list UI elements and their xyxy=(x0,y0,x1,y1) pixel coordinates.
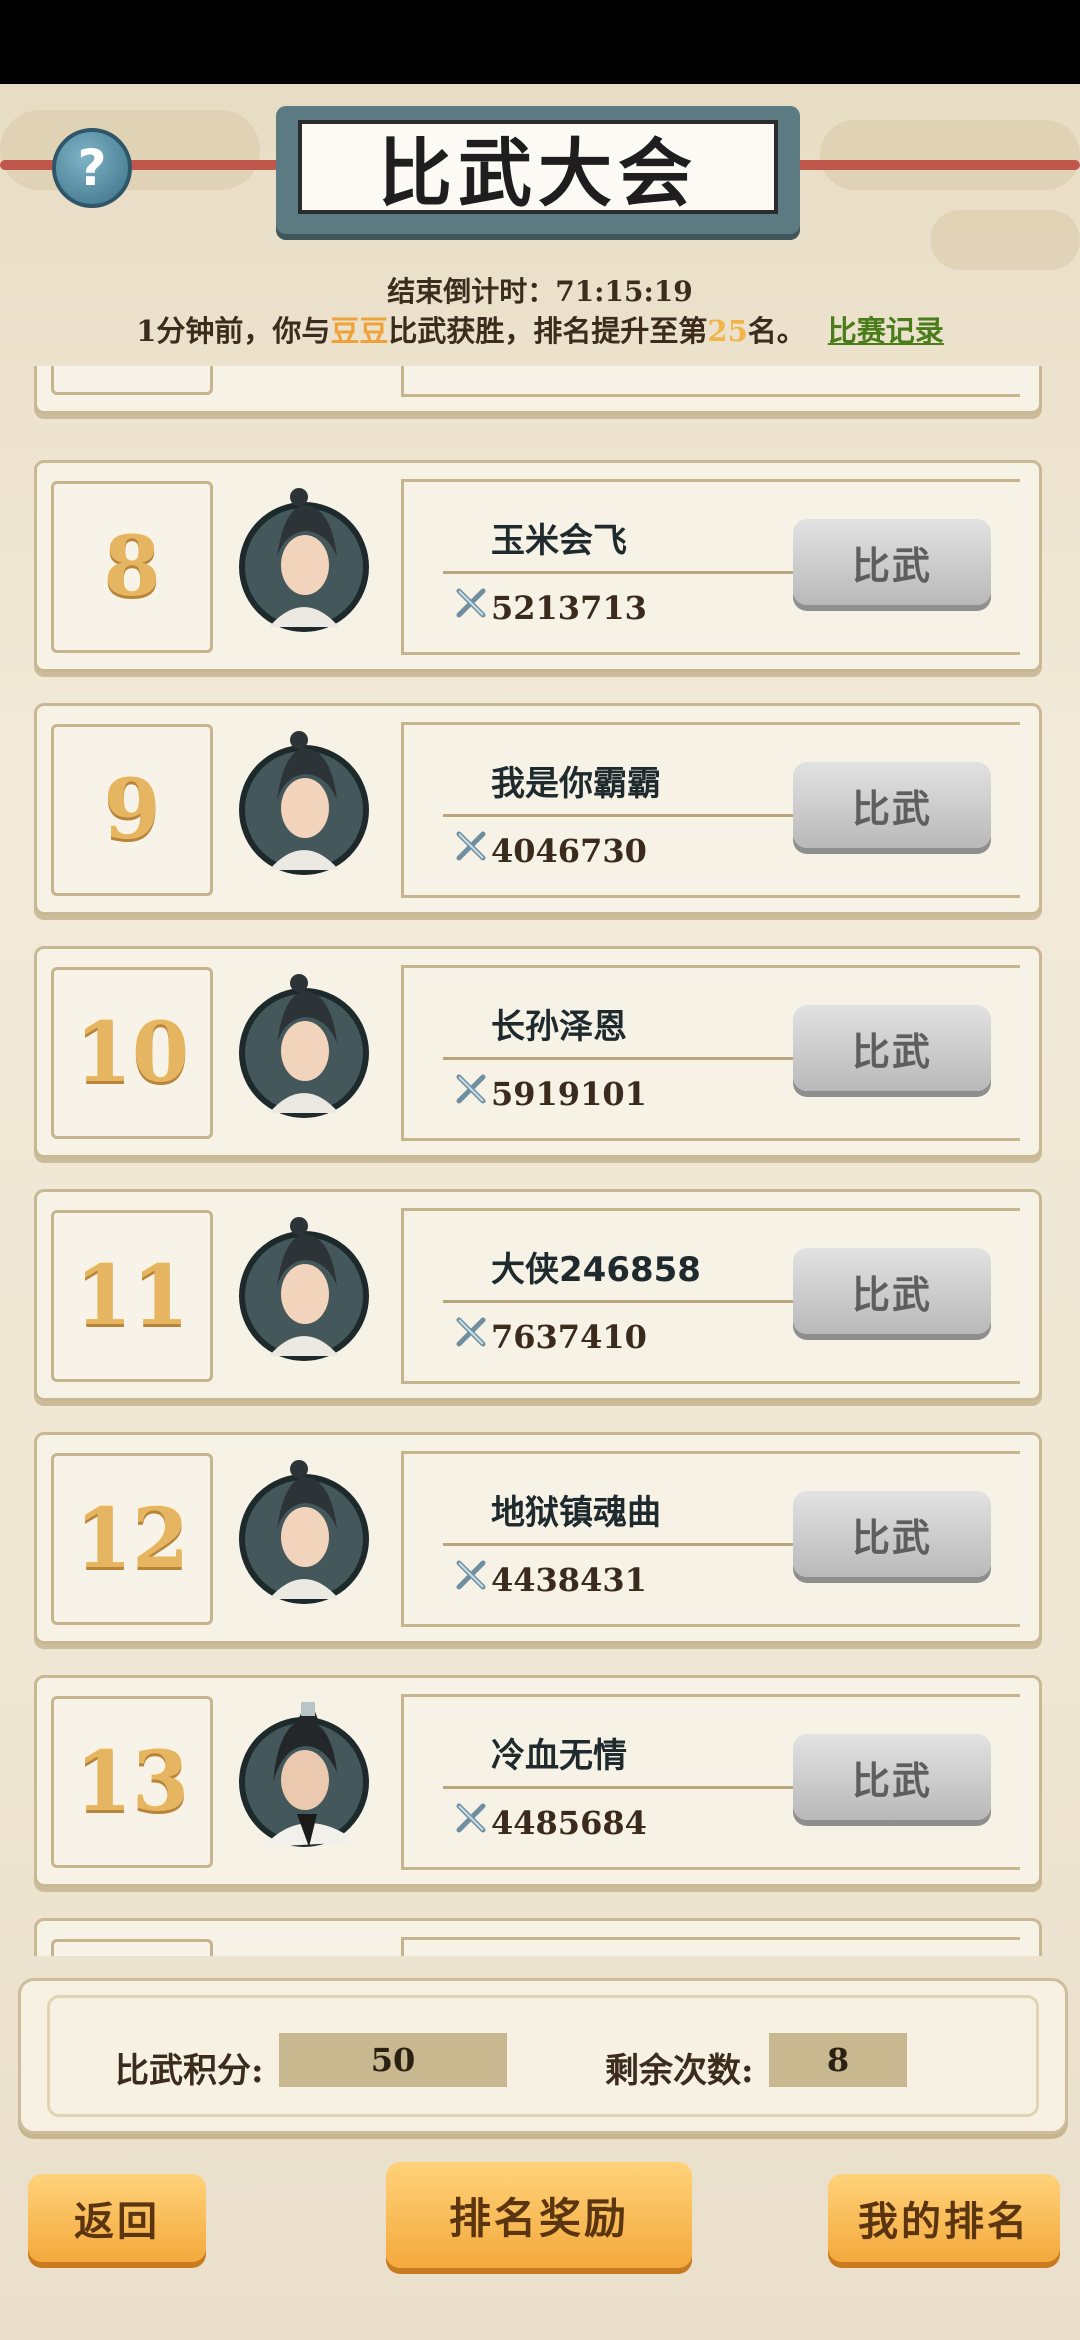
crossed-swords-icon xyxy=(456,1560,486,1590)
divider xyxy=(443,814,813,817)
avatar xyxy=(239,974,369,1118)
countdown: 结束倒计时：71:15:19 xyxy=(0,270,1080,310)
divider xyxy=(443,1057,813,1060)
notice-suffix: 名。 xyxy=(747,314,806,348)
challenge-button[interactable]: 比武 xyxy=(793,1734,991,1820)
back-button[interactable]: 返回 xyxy=(28,2174,206,2262)
player-power: 4485684 xyxy=(491,1804,647,1842)
player-power: 4732585 xyxy=(491,366,647,373)
status-bar xyxy=(0,0,1080,84)
rope-right xyxy=(780,160,1080,170)
player-power: 7637410 xyxy=(491,1318,647,1356)
rank-number: 11 xyxy=(51,1210,213,1382)
ranking-list[interactable]: 4732585 8 玉米会飞 5213713 比武 9 我是你霸霸 404673… xyxy=(0,366,1080,1956)
question-icon: ? xyxy=(77,139,107,197)
rank-number: 9 xyxy=(51,724,213,896)
stats-panel: 比武积分: 50 剩余次数: 8 xyxy=(18,1978,1068,2134)
player-name: 我是你霸霸 xyxy=(491,764,661,804)
list-item: 8 玉米会飞 5213713 比武 xyxy=(34,460,1042,672)
divider xyxy=(443,571,813,574)
challenge-button[interactable]: 比武 xyxy=(793,519,991,605)
player-name: 大侠246858 xyxy=(491,1250,701,1290)
notice-prefix: 1分钟前，你与 xyxy=(136,314,331,348)
rank-number: 8 xyxy=(51,481,213,653)
rope-left xyxy=(0,160,300,170)
avatar xyxy=(239,1460,369,1604)
player-name: 地狱镇魂曲 xyxy=(491,1493,661,1533)
challenge-button[interactable]: 比武 xyxy=(793,1491,991,1577)
player-name: 冷血无情 xyxy=(491,1736,627,1776)
avatar xyxy=(239,1702,369,1847)
cloud-decoration xyxy=(820,120,1080,190)
remaining-value: 8 xyxy=(769,2033,907,2087)
countdown-label: 结束倒计时： xyxy=(387,275,556,308)
countdown-value: 71:15:19 xyxy=(555,275,693,308)
player-power: 5919101 xyxy=(491,1075,647,1113)
crossed-swords-icon xyxy=(456,1074,486,1104)
list-item: 11 大侠246858 7637410 比武 xyxy=(34,1189,1042,1401)
score-value: 50 xyxy=(279,2033,507,2087)
challenge-button[interactable]: 比武 xyxy=(793,1248,991,1334)
avatar xyxy=(239,488,369,632)
list-item: 9 我是你霸霸 4046730 比武 xyxy=(34,703,1042,915)
challenge-button[interactable]: 比武 xyxy=(793,1005,991,1091)
divider xyxy=(443,1300,813,1303)
info-box xyxy=(401,1937,1020,1956)
avatar xyxy=(239,731,369,875)
rank-number: 12 xyxy=(51,1453,213,1625)
rank-number: 13 xyxy=(51,1696,213,1868)
page-title: 比武大会 xyxy=(298,120,778,217)
rank-box xyxy=(51,1939,213,1956)
rank-box xyxy=(51,366,213,395)
my-rank-button[interactable]: 我的排名 xyxy=(828,2174,1060,2262)
crossed-swords-icon xyxy=(456,1803,486,1833)
list-item: 10 长孙泽恩 5919101 比武 xyxy=(34,946,1042,1158)
help-button[interactable]: ? xyxy=(52,128,132,208)
challenge-button[interactable]: 比武 xyxy=(793,762,991,848)
notice-opponent: 豆豆 xyxy=(330,314,389,348)
player-name: 玉米会飞 xyxy=(491,521,627,561)
crossed-swords-icon xyxy=(456,1317,486,1347)
player-power: 5213713 xyxy=(491,589,647,627)
notice-rank: 25 xyxy=(707,314,748,348)
rank-number: 10 xyxy=(51,967,213,1139)
crossed-swords-icon xyxy=(456,831,486,861)
cloud-decoration xyxy=(930,210,1080,270)
battle-notice: 1分钟前，你与豆豆比武获胜，排名提升至第25名。 比赛记录 xyxy=(0,308,1080,350)
avatar xyxy=(239,1217,369,1361)
list-item: 13 冷血无情 4485684 比武 xyxy=(34,1675,1042,1887)
remaining-label: 剩余次数: xyxy=(605,2051,754,2091)
crossed-swords-icon xyxy=(456,588,486,618)
player-name: 长孙泽恩 xyxy=(491,1007,627,1047)
rank-reward-button[interactable]: 排名奖励 xyxy=(386,2162,692,2268)
player-power: 4438431 xyxy=(491,1561,647,1599)
title-board: 比武大会 xyxy=(276,106,800,234)
divider xyxy=(443,1786,813,1789)
player-power: 4046730 xyxy=(491,832,647,870)
match-record-link[interactable]: 比赛记录 xyxy=(828,314,944,348)
score-label: 比武积分: xyxy=(115,2051,264,2091)
list-item-partial: 4732585 xyxy=(34,366,1042,414)
list-item-partial xyxy=(34,1918,1042,1956)
divider xyxy=(443,1543,813,1546)
list-item: 12 地狱镇魂曲 4438431 比武 xyxy=(34,1432,1042,1644)
notice-middle: 比武获胜，排名提升至第 xyxy=(388,314,708,348)
